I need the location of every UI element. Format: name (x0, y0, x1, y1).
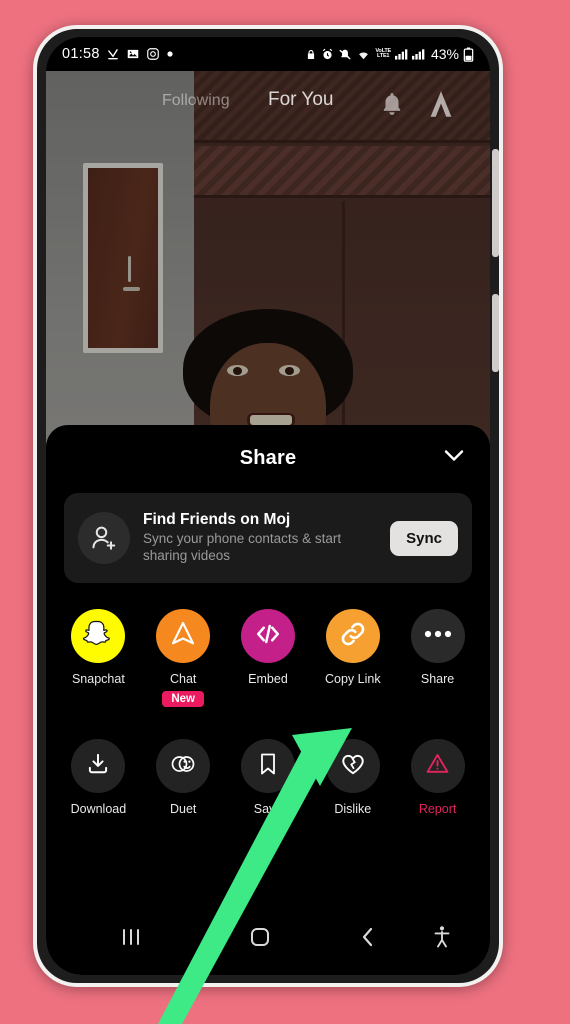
save-icon-circle (240, 739, 295, 793)
report-icon-circle (410, 739, 465, 793)
share-option-copy-link[interactable]: Copy Link (314, 609, 392, 707)
battery-percent: 43% (430, 46, 459, 62)
moj-logo-icon[interactable] (427, 89, 455, 124)
instagram-icon (146, 47, 160, 61)
status-clock: 01:58 (62, 46, 100, 62)
volte-icon: VoLTE LTE1 (375, 47, 391, 59)
action-save[interactable]: Save (229, 739, 307, 816)
chevron-down-icon[interactable] (442, 448, 466, 469)
chat-arrow-icon (168, 619, 198, 654)
accessibility-icon[interactable] (431, 924, 453, 955)
recents-icon[interactable] (118, 926, 144, 953)
status-bar-right: VoLTE LTE1 43% (305, 46, 474, 62)
share-option-label: Snapchat (71, 672, 125, 686)
tab-following[interactable]: Following (162, 92, 230, 110)
wifi-icon (356, 48, 371, 61)
battery-icon (463, 47, 474, 62)
signal-sim1-icon (394, 48, 408, 60)
share-option-label: Embed (248, 672, 288, 686)
snapchat-ghost-icon (82, 618, 114, 655)
share-option-more[interactable]: Share (399, 609, 477, 707)
download-icon (106, 47, 120, 61)
new-badge: New (162, 691, 205, 707)
share-actions-row-2: Download Duet Save Dislike Report (46, 739, 490, 816)
snapchat-icon-circle (71, 609, 126, 663)
lock-icon (305, 48, 317, 61)
alarm-icon (321, 48, 334, 61)
share-sheet-header: Share (46, 425, 490, 491)
top-navigation: Following For You (46, 81, 490, 123)
bookmark-icon (256, 751, 280, 782)
action-label: Report (418, 802, 457, 816)
dislike-icon-circle (325, 739, 380, 793)
action-download[interactable]: Download (59, 739, 137, 816)
action-label: Dislike (334, 802, 372, 816)
duet-icon-circle (156, 739, 211, 793)
volume-button[interactable] (492, 149, 499, 257)
action-duet[interactable]: Duet (144, 739, 222, 816)
share-option-label: Chat (169, 672, 197, 686)
link-chain-icon (338, 619, 368, 654)
back-icon[interactable] (358, 925, 378, 954)
android-nav-bar (46, 903, 490, 975)
share-option-label: Copy Link (324, 672, 381, 686)
dot-icon (166, 50, 174, 58)
copy-link-icon-circle (325, 609, 380, 663)
warning-triangle-icon (424, 751, 451, 781)
status-bar-left: 01:58 (62, 46, 174, 62)
find-friends-subtitle: Sync your phone contacts & start sharing… (143, 531, 342, 563)
share-option-label: Share (420, 672, 455, 686)
find-friends-text: Find Friends on Moj Sync your phone cont… (143, 511, 377, 565)
find-friends-title: Find Friends on Moj (143, 511, 291, 529)
mute-icon (338, 48, 352, 61)
action-label: Save (253, 802, 283, 816)
action-label: Duet (169, 802, 197, 816)
download-icon-circle (71, 739, 126, 793)
more-dots-icon (423, 627, 453, 645)
broken-heart-icon (339, 751, 367, 782)
phone-frame: Following For You 01:58 VoLTE LTE1 43% S… (33, 25, 503, 987)
share-option-embed[interactable]: Embed (229, 609, 307, 707)
phone-screen: Following For You 01:58 VoLTE LTE1 43% S… (46, 37, 490, 975)
find-friends-card[interactable]: Find Friends on Moj Sync your phone cont… (64, 493, 472, 583)
action-dislike[interactable]: Dislike (314, 739, 392, 816)
sync-button[interactable]: Sync (390, 520, 458, 556)
gallery-icon (126, 47, 140, 61)
chat-icon-circle (156, 609, 211, 663)
action-report[interactable]: Report (399, 739, 477, 816)
tab-for-you[interactable]: For You (268, 89, 334, 111)
share-sheet-title: Share (239, 446, 297, 469)
person-add-icon (78, 512, 130, 564)
share-option-snapchat[interactable]: Snapchat (59, 609, 137, 707)
power-button[interactable] (492, 294, 499, 372)
notification-bell-icon[interactable] (379, 91, 405, 122)
embed-icon-circle (240, 609, 295, 663)
home-icon[interactable] (248, 925, 272, 954)
duet-icon (169, 752, 197, 781)
signal-sim2-icon (411, 48, 425, 60)
download-icon (85, 751, 111, 782)
share-option-chat[interactable]: Chat New (144, 609, 222, 707)
share-actions-row-1: Snapchat Chat New Embed Copy Link Share (46, 609, 490, 707)
share-sheet: Share Find Friends on Moj Sync your phon… (46, 425, 490, 903)
action-label: Download (70, 802, 127, 816)
status-bar: 01:58 VoLTE LTE1 43% (46, 37, 490, 71)
code-embed-icon (253, 619, 283, 654)
more-icon-circle (410, 609, 465, 663)
